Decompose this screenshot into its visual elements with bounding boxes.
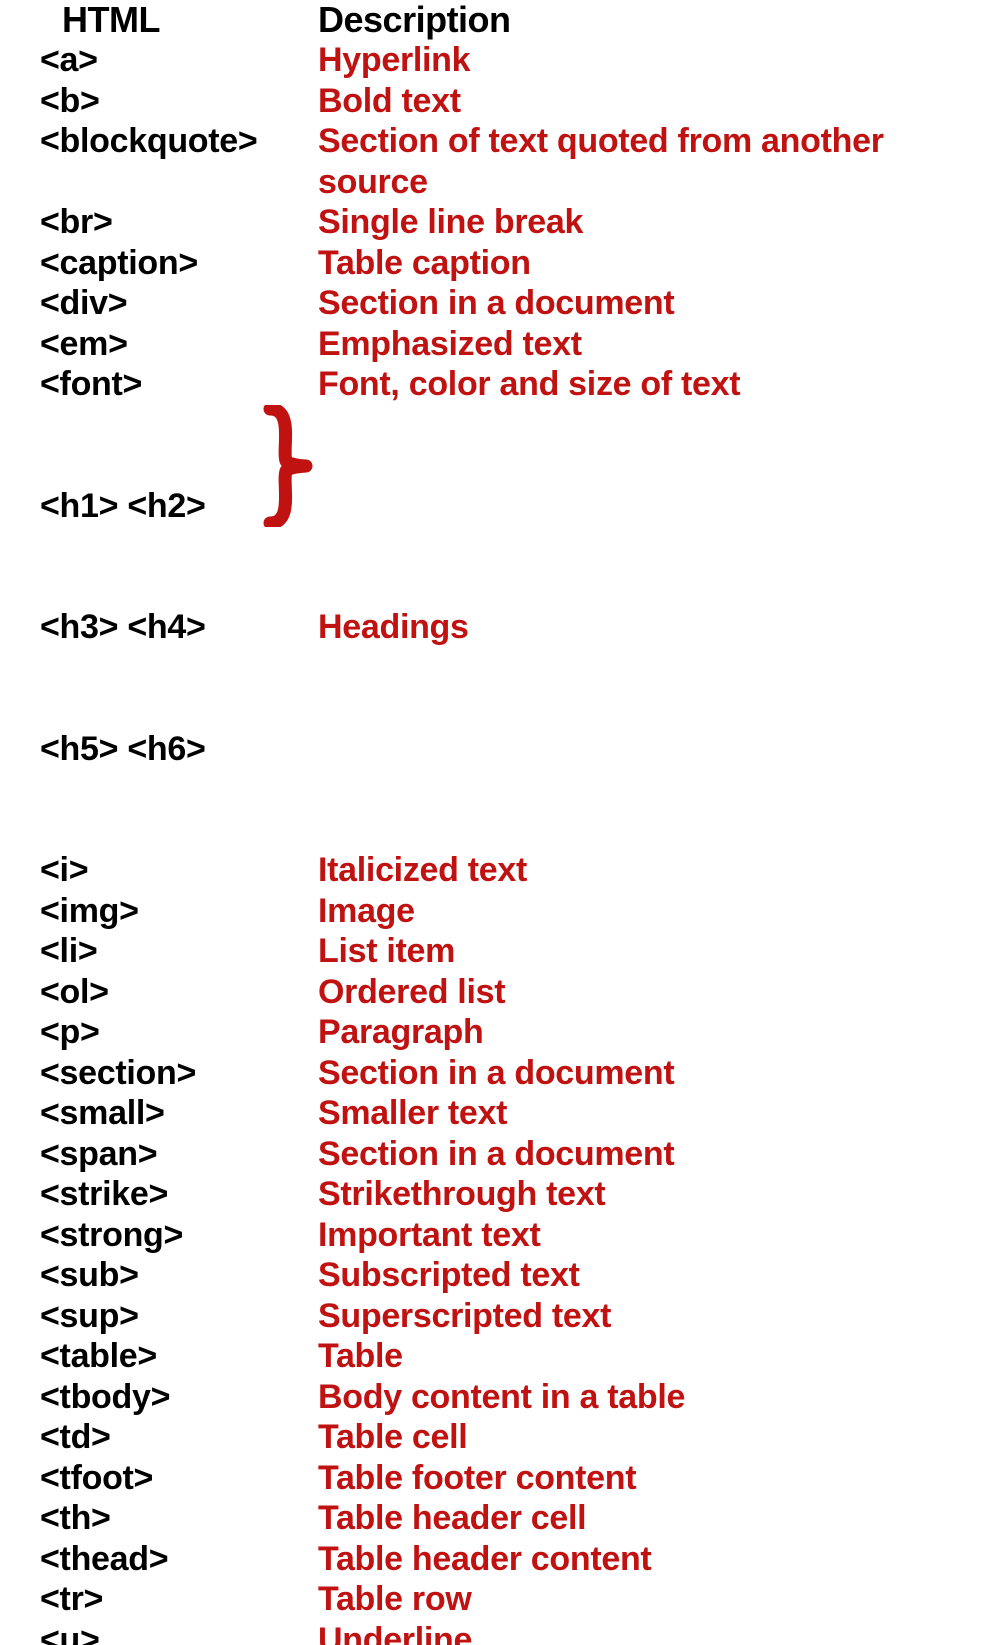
html-tag-cell: <table> <box>40 1336 318 1377</box>
table-row: <tbody>Body content in a table <box>40 1377 960 1418</box>
html-reference-table: HTML Description <a>Hyperlink<b>Bold tex… <box>0 0 1000 1645</box>
table-row: <sub>Subscripted text <box>40 1255 960 1296</box>
table-row: <section>Section in a document <box>40 1053 960 1094</box>
description-cell: Superscripted text <box>318 1296 960 1337</box>
description-cell: Table <box>318 1336 960 1377</box>
description-cell: Important text <box>318 1215 960 1256</box>
html-tag-cell: <tbody> <box>40 1377 318 1418</box>
html-tag-cell: <sup> <box>40 1296 318 1337</box>
headings-line: <h3> <h4> <box>40 607 262 648</box>
description-cell: Subscripted text <box>318 1255 960 1296</box>
description-cell: Smaller text <box>318 1093 960 1134</box>
html-tag-cell: <blockquote> <box>40 121 318 162</box>
headings-line: <h5> <h6> <box>40 729 262 770</box>
description-cell: List item <box>318 931 960 972</box>
table-row: <tfoot>Table footer content <box>40 1458 960 1499</box>
table-row: <blockquote>Section of text quoted from … <box>40 121 960 202</box>
headings-desc-text: Headings <box>318 607 469 648</box>
table-row: <div>Section in a document <box>40 283 960 324</box>
description-cell: Strikethrough text <box>318 1174 960 1215</box>
html-tag-cell: <u> <box>40 1620 318 1645</box>
table-row: <ol>Ordered list <box>40 972 960 1013</box>
description-cell: Section in a document <box>318 283 960 324</box>
table-row: <b>Bold text <box>40 81 960 122</box>
table-row: <u>Underline <box>40 1620 960 1645</box>
description-cell: Italicized text <box>318 850 960 891</box>
html-tag-cell: <br> <box>40 202 318 243</box>
table-row: <td>Table cell <box>40 1417 960 1458</box>
html-tag-cell: <tr> <box>40 1579 318 1620</box>
html-tag-cell: <i> <box>40 850 318 891</box>
description-cell: Table cell <box>318 1417 960 1458</box>
html-tag-cell: <li> <box>40 931 318 972</box>
description-cell: Bold text <box>318 81 960 122</box>
header-description: Description <box>318 2 960 38</box>
table-row: <small>Smaller text <box>40 1093 960 1134</box>
html-tag-cell: <em> <box>40 324 318 365</box>
html-tag-cell: <small> <box>40 1093 318 1134</box>
table-body: <a>Hyperlink<b>Bold text<blockquote>Sect… <box>40 40 960 1645</box>
description-cell: Emphasized text <box>318 324 960 365</box>
description-cell: Table row <box>318 1579 960 1620</box>
html-tag-cell: <th> <box>40 1498 318 1539</box>
table-row: <strong>Important text <box>40 1215 960 1256</box>
headings-tags-block: <h1> <h2> <h3> <h4> <h5> <h6> <box>40 405 262 851</box>
description-cell: Single line break <box>318 202 960 243</box>
description-cell: Hyperlink <box>318 40 960 81</box>
description-cell: Table caption <box>318 243 960 284</box>
table-row: <th>Table header cell <box>40 1498 960 1539</box>
html-tag-cell: <b> <box>40 81 318 122</box>
html-tag-cell: <section> <box>40 1053 318 1094</box>
description-cell: Body content in a table <box>318 1377 960 1418</box>
rows-top: <a>Hyperlink<b>Bold text<blockquote>Sect… <box>40 40 960 405</box>
html-tag-cell: <a> <box>40 40 318 81</box>
description-cell: Table header content <box>318 1539 960 1580</box>
table-row: <thead>Table header content <box>40 1539 960 1580</box>
html-tag-cell: <strong> <box>40 1215 318 1256</box>
description-cell: Font, color and size of text <box>318 364 960 405</box>
html-tag-cell: <td> <box>40 1417 318 1458</box>
html-tag-cell: <ol> <box>40 972 318 1013</box>
table-row: <em>Emphasized text <box>40 324 960 365</box>
html-tag-cell: <thead> <box>40 1539 318 1580</box>
html-tag-cell: <caption> <box>40 243 318 284</box>
description-cell: Table header cell <box>318 1498 960 1539</box>
description-cell: Underline <box>318 1620 960 1645</box>
headings-line: <h1> <h2> <box>40 486 262 527</box>
html-tag-cell: <sub> <box>40 1255 318 1296</box>
html-tag-cell: <p> <box>40 1012 318 1053</box>
table-row: <p>Paragraph <box>40 1012 960 1053</box>
table-row: <sup>Superscripted text <box>40 1296 960 1337</box>
curly-brace-icon <box>262 405 318 851</box>
html-tag-cell: <img> <box>40 891 318 932</box>
table-row: <font>Font, color and size of text <box>40 364 960 405</box>
description-cell: Paragraph <box>318 1012 960 1053</box>
table-row: <tr>Table row <box>40 1579 960 1620</box>
rows-bottom: <i>Italicized text<img>Image<li>List ite… <box>40 850 960 1645</box>
header-html: HTML <box>40 2 318 38</box>
headings-group-row: <h1> <h2> <h3> <h4> <h5> <h6> Headings <box>40 405 960 851</box>
html-tag-cell: <strike> <box>40 1174 318 1215</box>
description-cell: Section of text quoted from another sour… <box>318 121 960 202</box>
table-row: <strike>Strikethrough text <box>40 1174 960 1215</box>
table-row: <table>Table <box>40 1336 960 1377</box>
description-cell: Table footer content <box>318 1458 960 1499</box>
headings-description: Headings <box>318 405 960 851</box>
description-cell: Ordered list <box>318 972 960 1013</box>
table-row: <br>Single line break <box>40 202 960 243</box>
table-row: <i>Italicized text <box>40 850 960 891</box>
html-tag-cell: <div> <box>40 283 318 324</box>
header-row: HTML Description <box>40 0 960 40</box>
html-tag-cell: <span> <box>40 1134 318 1175</box>
description-cell: Section in a document <box>318 1134 960 1175</box>
description-cell: Image <box>318 891 960 932</box>
table-row: <img>Image <box>40 891 960 932</box>
description-cell: Section in a document <box>318 1053 960 1094</box>
table-row: <li>List item <box>40 931 960 972</box>
html-tag-cell: <tfoot> <box>40 1458 318 1499</box>
table-row: <span>Section in a document <box>40 1134 960 1175</box>
table-row: <a>Hyperlink <box>40 40 960 81</box>
table-row: <caption>Table caption <box>40 243 960 284</box>
html-tag-cell: <font> <box>40 364 318 405</box>
